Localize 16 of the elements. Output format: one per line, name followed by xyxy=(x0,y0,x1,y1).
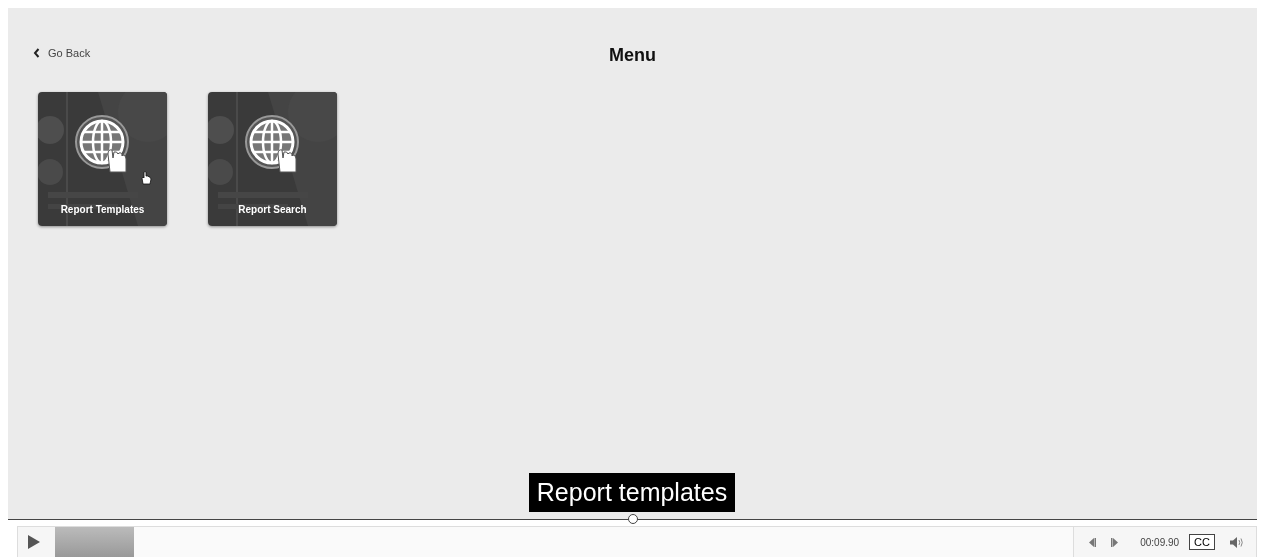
go-back-link[interactable]: Go Back xyxy=(33,47,91,59)
page-title: Menu xyxy=(609,44,656,65)
captions-button[interactable]: CC xyxy=(1189,534,1215,550)
video-caption: Report templates xyxy=(528,473,736,512)
step-forward-icon[interactable] xyxy=(1111,537,1120,547)
menu-tile[interactable]: Report Templates xyxy=(38,92,167,226)
volume-icon[interactable] xyxy=(1230,536,1244,548)
hand-cursor-icon xyxy=(140,170,152,185)
chevron-left-icon xyxy=(33,48,40,58)
step-back-icon[interactable] xyxy=(1088,537,1097,547)
timeline-handle[interactable] xyxy=(627,514,638,524)
menu-tile[interactable]: Report Search xyxy=(208,92,337,226)
time-display: 00:09.90 xyxy=(1140,536,1180,548)
tile-label: Report Templates xyxy=(60,204,145,215)
play-icon xyxy=(28,535,40,549)
tile-label: Report Search xyxy=(238,204,307,215)
